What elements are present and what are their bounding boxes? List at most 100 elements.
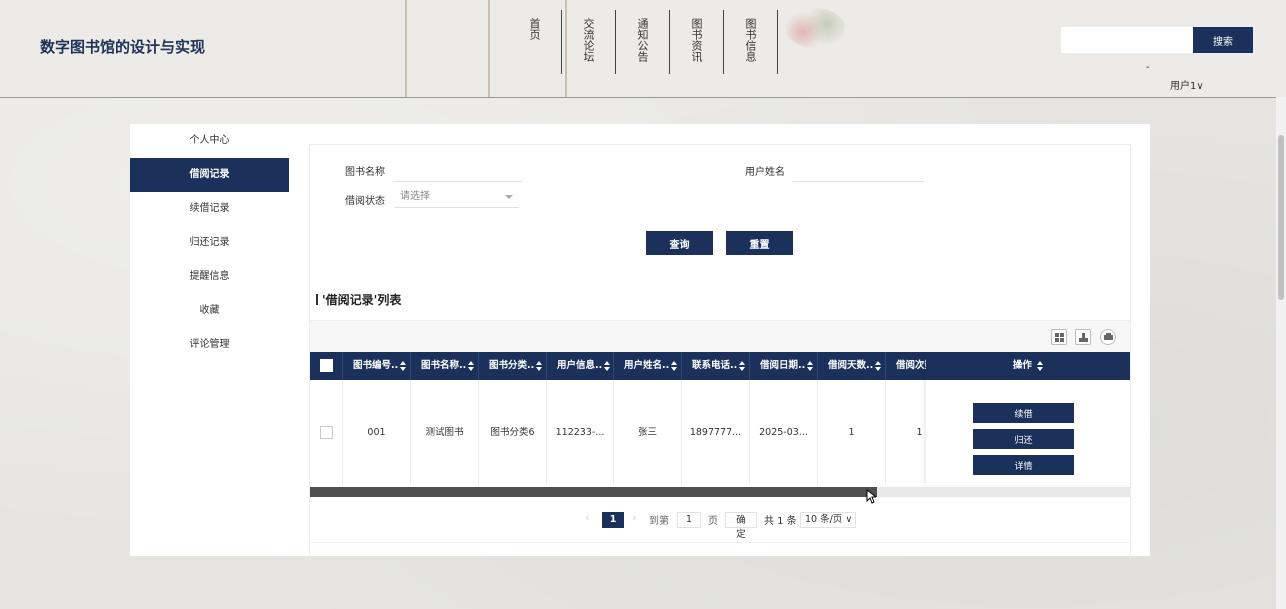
pagination: ‹ 1 › 到第 1 页 确定 共 1 条 10 条/页 ∨ [310,497,1130,543]
page-vertical-scrollbar[interactable] [1276,97,1286,609]
chevron-down-icon [505,195,513,199]
column-header-borrow-days[interactable]: 借阅天数.. [818,352,886,380]
scrollbar-thumb[interactable] [310,487,877,497]
list-title: '借阅记录'列表 [316,291,401,308]
nav-item-label: 通知公告 [636,18,649,62]
nav-item-notices[interactable]: 通知公告 [616,10,670,74]
column-header-label: 联系电话.. [692,360,738,371]
table-horizontal-scrollbar[interactable] [310,487,1130,497]
detail-button[interactable]: 详情 [973,455,1074,475]
cell-user-name: 张三 [614,380,682,485]
next-page-button[interactable]: › [632,511,636,524]
print-icon[interactable] [1100,329,1116,345]
site-title: 数字图书馆的设计与实现 [40,38,206,56]
column-header-book-category[interactable]: 图书分类.. [479,352,547,380]
column-header-book-name[interactable]: 图书名称.. [411,352,479,380]
cell-borrow-date: 2025-03... [750,380,818,485]
nav-item-book-news[interactable]: 图书资讯 [670,10,724,74]
search-input[interactable] [1061,27,1193,53]
page-unit-label: 页 [708,516,718,527]
borrow-status-select[interactable]: 请选择 [394,186,519,208]
user-menu-dropdown[interactable]: 用户1∨ [1170,77,1204,92]
column-header-user-name[interactable]: 用户姓名.. [614,352,682,380]
column-header-label: 图书分类.. [489,360,535,371]
sidebar-item-personal-center[interactable]: 个人中心 [130,124,289,158]
nav-item-home[interactable]: 首页 [508,10,562,74]
sidebar: 个人中心 借阅记录 续借记录 归还记录 提醒信息 收藏 评论管理 [130,124,289,362]
header-separator: - [1146,62,1150,73]
column-header-label: 用户信息.. [557,360,603,371]
total-count: 共 1 条 [764,516,797,527]
cell-borrow-days: 1 [818,380,886,485]
sidebar-item-reminders[interactable]: 提醒信息 [130,260,289,294]
column-header-book-id[interactable]: 图书编号.. [343,352,411,380]
column-header-borrow-date[interactable]: 借阅日期.. [750,352,818,380]
borrow-records-table: 图书编号.. 图书名称.. 图书分类.. 用户信息.. 用户姓名.. 联系电话.… [310,352,1130,487]
book-name-label: 图书名称 [345,167,385,178]
cell-book-category: 图书分类6 [479,380,547,485]
row-checkbox[interactable] [319,426,333,439]
goto-confirm-button[interactable]: 确定 [725,512,757,540]
select-all-cell [310,352,343,380]
renew-button[interactable]: 续借 [973,403,1074,423]
borrow-status-placeholder: 请选择 [400,191,430,202]
nav-item-label: 交流论坛 [582,18,595,62]
header-flower-decoration [785,8,845,48]
column-header-operations[interactable]: 操作 [926,352,1130,380]
nav-item-label: 图书信息 [744,18,757,62]
nav-item-label: 图书资讯 [690,18,703,62]
sort-icon [875,360,882,371]
header-decoration [405,0,407,97]
list-title-text: '借阅记录'列表 [322,293,402,307]
search-button[interactable]: 搜索 [1193,27,1253,53]
current-page-button[interactable]: 1 [602,512,624,528]
column-header-phone[interactable]: 联系电话.. [682,352,750,380]
goto-page-input[interactable]: 1 [677,512,701,528]
book-name-input[interactable] [394,159,523,182]
sidebar-item-comments[interactable]: 评论管理 [130,328,289,362]
column-header-label: 用户姓名.. [624,360,670,371]
user-name-label: 用户姓名 [745,167,785,178]
row-select-cell [310,380,343,485]
sort-icon [400,360,407,371]
sort-icon [604,360,611,371]
column-header-label: 借阅日期.. [760,360,806,371]
sort-icon [468,360,475,371]
borrow-status-label: 借阅状态 [345,196,385,207]
prev-page-button[interactable]: ‹ [585,511,589,524]
column-header-label: 借阅天数.. [828,360,874,371]
content-area: 图书名称 用户姓名 借阅状态 请选择 查询 重置 '借阅记录'列表 图书编号..… [309,144,1131,557]
mouse-cursor-icon [866,489,876,504]
sidebar-item-favorites[interactable]: 收藏 [130,294,289,328]
export-icon[interactable] [1075,329,1091,345]
sidebar-item-borrow-records[interactable]: 借阅记录 [130,158,289,192]
select-all-checkbox[interactable] [319,359,333,372]
nav-item-forum[interactable]: 交流论坛 [562,10,616,74]
column-header-label: 图书名称.. [421,360,467,371]
cell-user-info: 112233-... [547,380,614,485]
top-nav: 首页 交流论坛 通知公告 图书资讯 图书信息 [508,10,778,74]
page-size-select[interactable]: 10 条/页 ∨ [800,512,856,528]
user-name-input[interactable] [793,159,924,182]
sidebar-item-return-records[interactable]: 归还记录 [130,226,289,260]
cell-phone: 1897777... [682,380,750,485]
columns-icon[interactable] [1051,329,1067,345]
return-button[interactable]: 归还 [973,429,1074,449]
cell-book-name: 测试图书 [411,380,479,485]
reset-button[interactable]: 重置 [726,231,793,255]
sort-icon [536,360,543,371]
cell-book-id: 001 [343,380,411,485]
scrollbar-thumb[interactable] [1278,135,1284,300]
column-header-user-info[interactable]: 用户信息.. [547,352,614,380]
sort-icon [1037,360,1044,371]
sort-icon [739,360,746,371]
sidebar-item-renew-records[interactable]: 续借记录 [130,192,289,226]
sort-icon [671,360,678,371]
table-toolbar [310,320,1130,353]
title-bar-icon [316,294,318,305]
sort-icon [807,360,814,371]
goto-label: 到第 [649,516,669,527]
nav-item-book-info[interactable]: 图书信息 [724,10,778,74]
column-header-label: 图书编号.. [353,360,399,371]
query-button[interactable]: 查询 [646,231,713,255]
